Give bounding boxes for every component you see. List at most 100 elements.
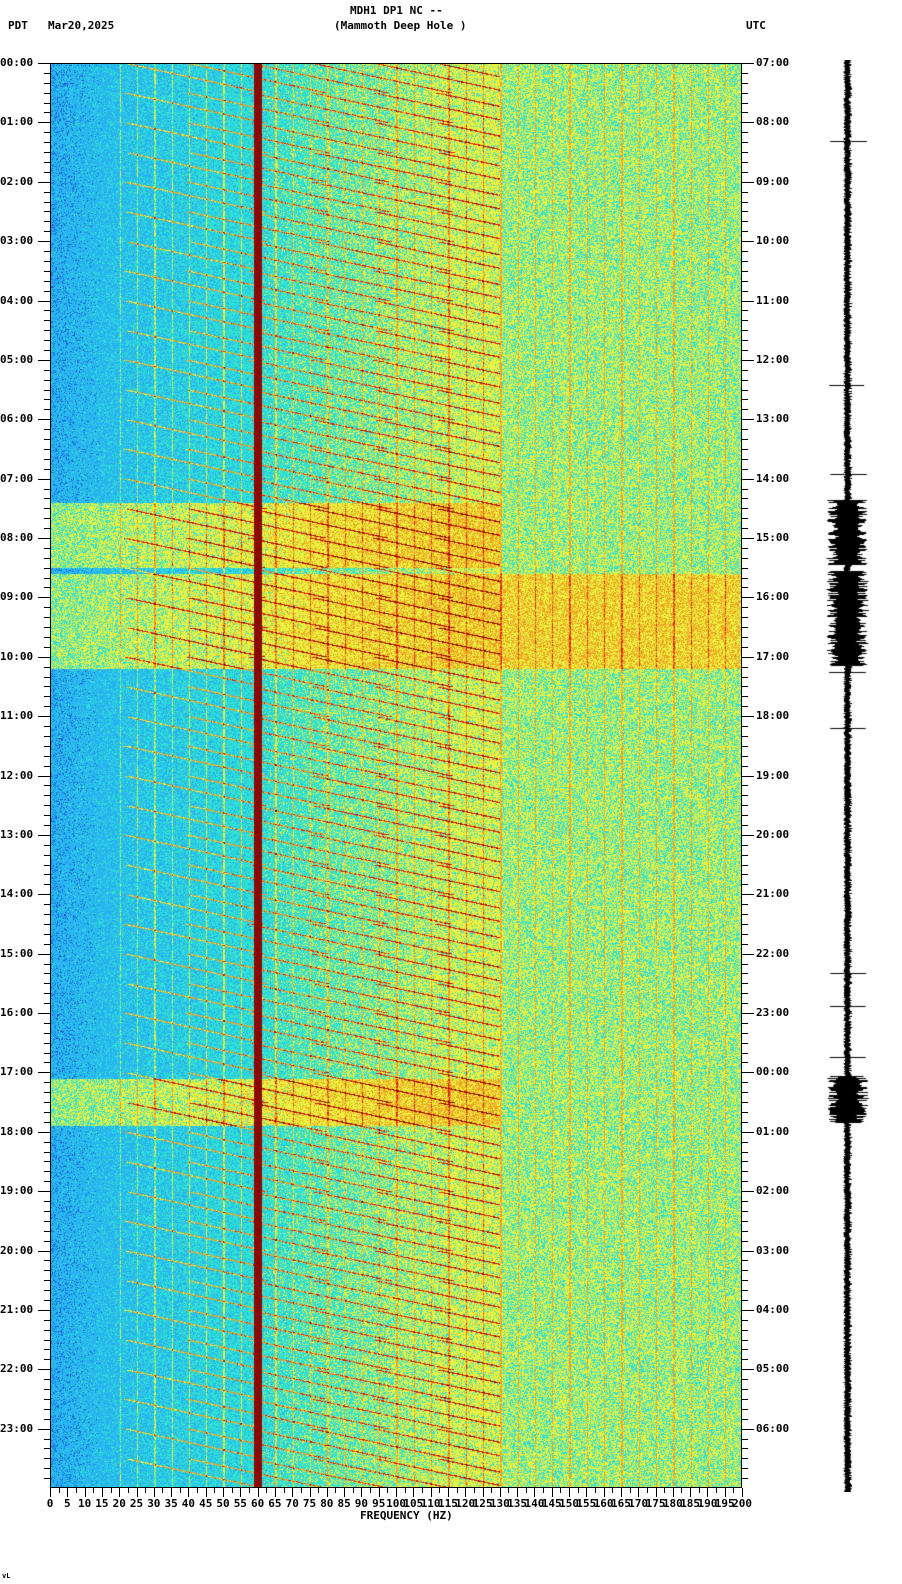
x-minor-tick: [128, 1488, 129, 1493]
x-tick: [361, 1488, 362, 1497]
y-minor-tick: [742, 924, 748, 925]
x-tick: [673, 1488, 674, 1497]
y-tick-label-right: 12:00: [756, 353, 789, 366]
y-minor-tick: [44, 667, 50, 668]
y-minor-tick: [742, 469, 748, 470]
x-tick-label: 200: [732, 1497, 752, 1510]
x-tick: [431, 1488, 432, 1497]
y-minor-tick: [44, 855, 50, 856]
y-minor-tick: [742, 142, 748, 143]
y-minor-tick: [742, 1003, 748, 1004]
y-tick-label-left: 03:00: [0, 234, 33, 247]
x-minor-tick: [543, 1488, 544, 1493]
y-minor-tick: [742, 1181, 748, 1182]
y-minor-tick: [742, 1468, 748, 1469]
x-minor-tick: [232, 1488, 233, 1493]
y-minor-tick: [44, 261, 50, 262]
y-minor-tick: [44, 1448, 50, 1449]
x-tick: [240, 1488, 241, 1497]
y-minor-tick: [742, 964, 748, 965]
x-minor-tick: [93, 1488, 94, 1493]
y-tick-right: [742, 1251, 754, 1252]
y-tick-label-right: 13:00: [756, 412, 789, 425]
y-minor-tick: [44, 607, 50, 608]
y-minor-tick: [44, 1359, 50, 1360]
y-tick-left: [38, 1369, 50, 1370]
y-minor-tick: [44, 409, 50, 410]
y-minor-tick: [44, 1260, 50, 1261]
x-tick: [275, 1488, 276, 1497]
x-minor-tick: [180, 1488, 181, 1493]
y-minor-tick: [742, 1092, 748, 1093]
y-minor-tick: [742, 1023, 748, 1024]
x-tick: [67, 1488, 68, 1497]
x-tick: [223, 1488, 224, 1497]
y-minor-tick: [742, 1211, 748, 1212]
x-tick: [344, 1488, 345, 1497]
x-minor-tick: [145, 1488, 146, 1493]
y-minor-tick: [44, 1161, 50, 1162]
y-minor-tick: [742, 1389, 748, 1390]
x-tick-label: 70: [286, 1497, 299, 1510]
y-minor-tick: [44, 489, 50, 490]
y-tick-label-right: 01:00: [756, 1125, 789, 1138]
y-minor-tick: [742, 587, 748, 588]
y-minor-tick: [44, 983, 50, 984]
y-tick-label-right: 18:00: [756, 709, 789, 722]
x-minor-tick: [681, 1488, 682, 1493]
x-tick-label: 85: [338, 1497, 351, 1510]
y-tick-label-right: 21:00: [756, 887, 789, 900]
y-minor-tick: [44, 548, 50, 549]
y-tick-label-right: 07:00: [756, 56, 789, 69]
y-tick-label-right: 00:00: [756, 1065, 789, 1078]
y-tick-label-right: 02:00: [756, 1184, 789, 1197]
x-tick-label: 40: [182, 1497, 195, 1510]
y-minor-tick: [44, 904, 50, 905]
y-tick-label-left: 13:00: [0, 828, 33, 841]
y-minor-tick: [742, 231, 748, 232]
y-tick-right: [742, 538, 754, 539]
y-minor-tick: [742, 1478, 748, 1479]
y-tick-left: [38, 241, 50, 242]
y-tick-label-left: 16:00: [0, 1006, 33, 1019]
y-minor-tick: [44, 518, 50, 519]
x-minor-tick: [249, 1488, 250, 1493]
y-minor-tick: [44, 1033, 50, 1034]
y-minor-tick: [44, 103, 50, 104]
y-minor-tick: [742, 1419, 748, 1420]
y-minor-tick: [44, 558, 50, 559]
y-minor-tick: [44, 993, 50, 994]
y-tick-left: [38, 1072, 50, 1073]
y-minor-tick: [44, 508, 50, 509]
y-minor-tick: [742, 93, 748, 94]
x-tick: [604, 1488, 605, 1497]
x-tick: [552, 1488, 553, 1497]
x-tick-label: 0: [47, 1497, 54, 1510]
y-minor-tick: [44, 785, 50, 786]
y-minor-tick: [44, 766, 50, 767]
y-minor-tick: [742, 1409, 748, 1410]
y-minor-tick: [44, 251, 50, 252]
y-minor-tick: [742, 73, 748, 74]
y-minor-tick: [44, 805, 50, 806]
y-minor-tick: [44, 1171, 50, 1172]
y-minor-tick: [742, 1340, 748, 1341]
y-minor-tick: [742, 1379, 748, 1380]
y-tick-right: [742, 360, 754, 361]
y-minor-tick: [44, 1290, 50, 1291]
y-minor-tick: [742, 766, 748, 767]
x-tick: [188, 1488, 189, 1497]
x-tick-label: 5: [64, 1497, 71, 1510]
y-tick-label-left: 14:00: [0, 887, 33, 900]
y-minor-tick: [742, 498, 748, 499]
y-minor-tick: [742, 746, 748, 747]
y-minor-tick: [742, 1359, 748, 1360]
x-tick-label: 35: [165, 1497, 178, 1510]
x-minor-tick: [647, 1488, 648, 1493]
y-minor-tick: [742, 1260, 748, 1261]
y-tick-label-right: 05:00: [756, 1362, 789, 1375]
y-tick-label-left: 10:00: [0, 650, 33, 663]
y-tick-label-left: 08:00: [0, 531, 33, 544]
y-tick-label-right: 08:00: [756, 115, 789, 128]
y-tick-left: [38, 538, 50, 539]
